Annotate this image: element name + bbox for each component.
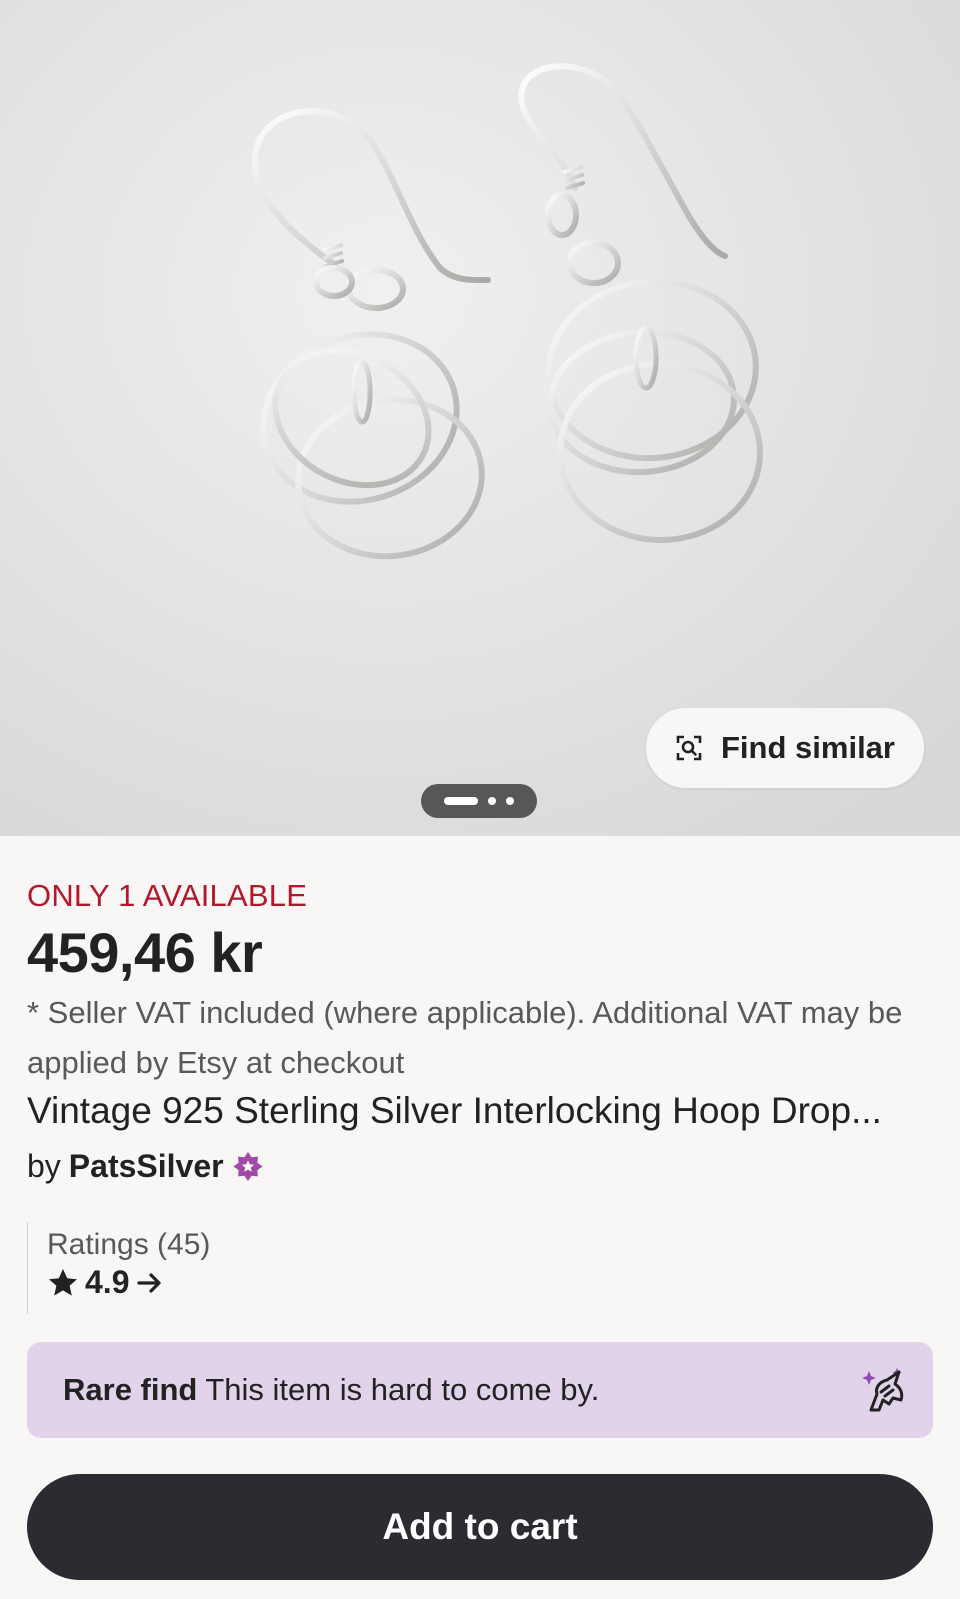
rating-score: 4.9 [85,1264,130,1300]
arrow-right-icon [137,1272,162,1293]
pager-dot[interactable] [488,797,496,805]
vat-note: * Seller VAT included (where applicable)… [27,995,903,1080]
price: 459,46 kr [27,921,263,984]
product-image[interactable]: Find similar [0,0,960,836]
availability-label: ONLY 1 AVAILABLE [27,878,308,913]
visual-search-icon [676,735,702,761]
add-to-cart-button[interactable]: Add to cart [27,1474,933,1580]
shop-name-link[interactable]: PatsSilver [69,1148,224,1185]
listing-title[interactable]: Vintage 925 Sterling Silver Interlocking… [27,1090,933,1132]
shop-byline[interactable]: by PatsSilver [27,1148,264,1185]
star-seller-icon [232,1151,263,1181]
ratings-score-row[interactable]: 4.9 [47,1264,210,1301]
rare-find-banner: Rare find This item is hard to come by. [27,1342,933,1438]
ratings-count: Ratings (45) [47,1228,211,1261]
pager-active-indicator [444,797,478,805]
find-similar-label: Find similar [721,730,895,765]
star-icon [49,1268,77,1296]
by-label: by [27,1148,61,1184]
rare-find-text: This item is hard to come by. [205,1372,600,1407]
unicorn-icon [862,1368,904,1412]
add-to-cart-label: Add to cart [382,1506,578,1547]
pager-dot[interactable] [506,797,514,805]
find-similar-button[interactable]: Find similar [646,708,924,788]
rare-find-title: Rare find [63,1372,198,1407]
carousel-pager[interactable] [421,784,537,818]
ratings-summary[interactable]: Ratings (45) 4.9 [27,1222,210,1314]
